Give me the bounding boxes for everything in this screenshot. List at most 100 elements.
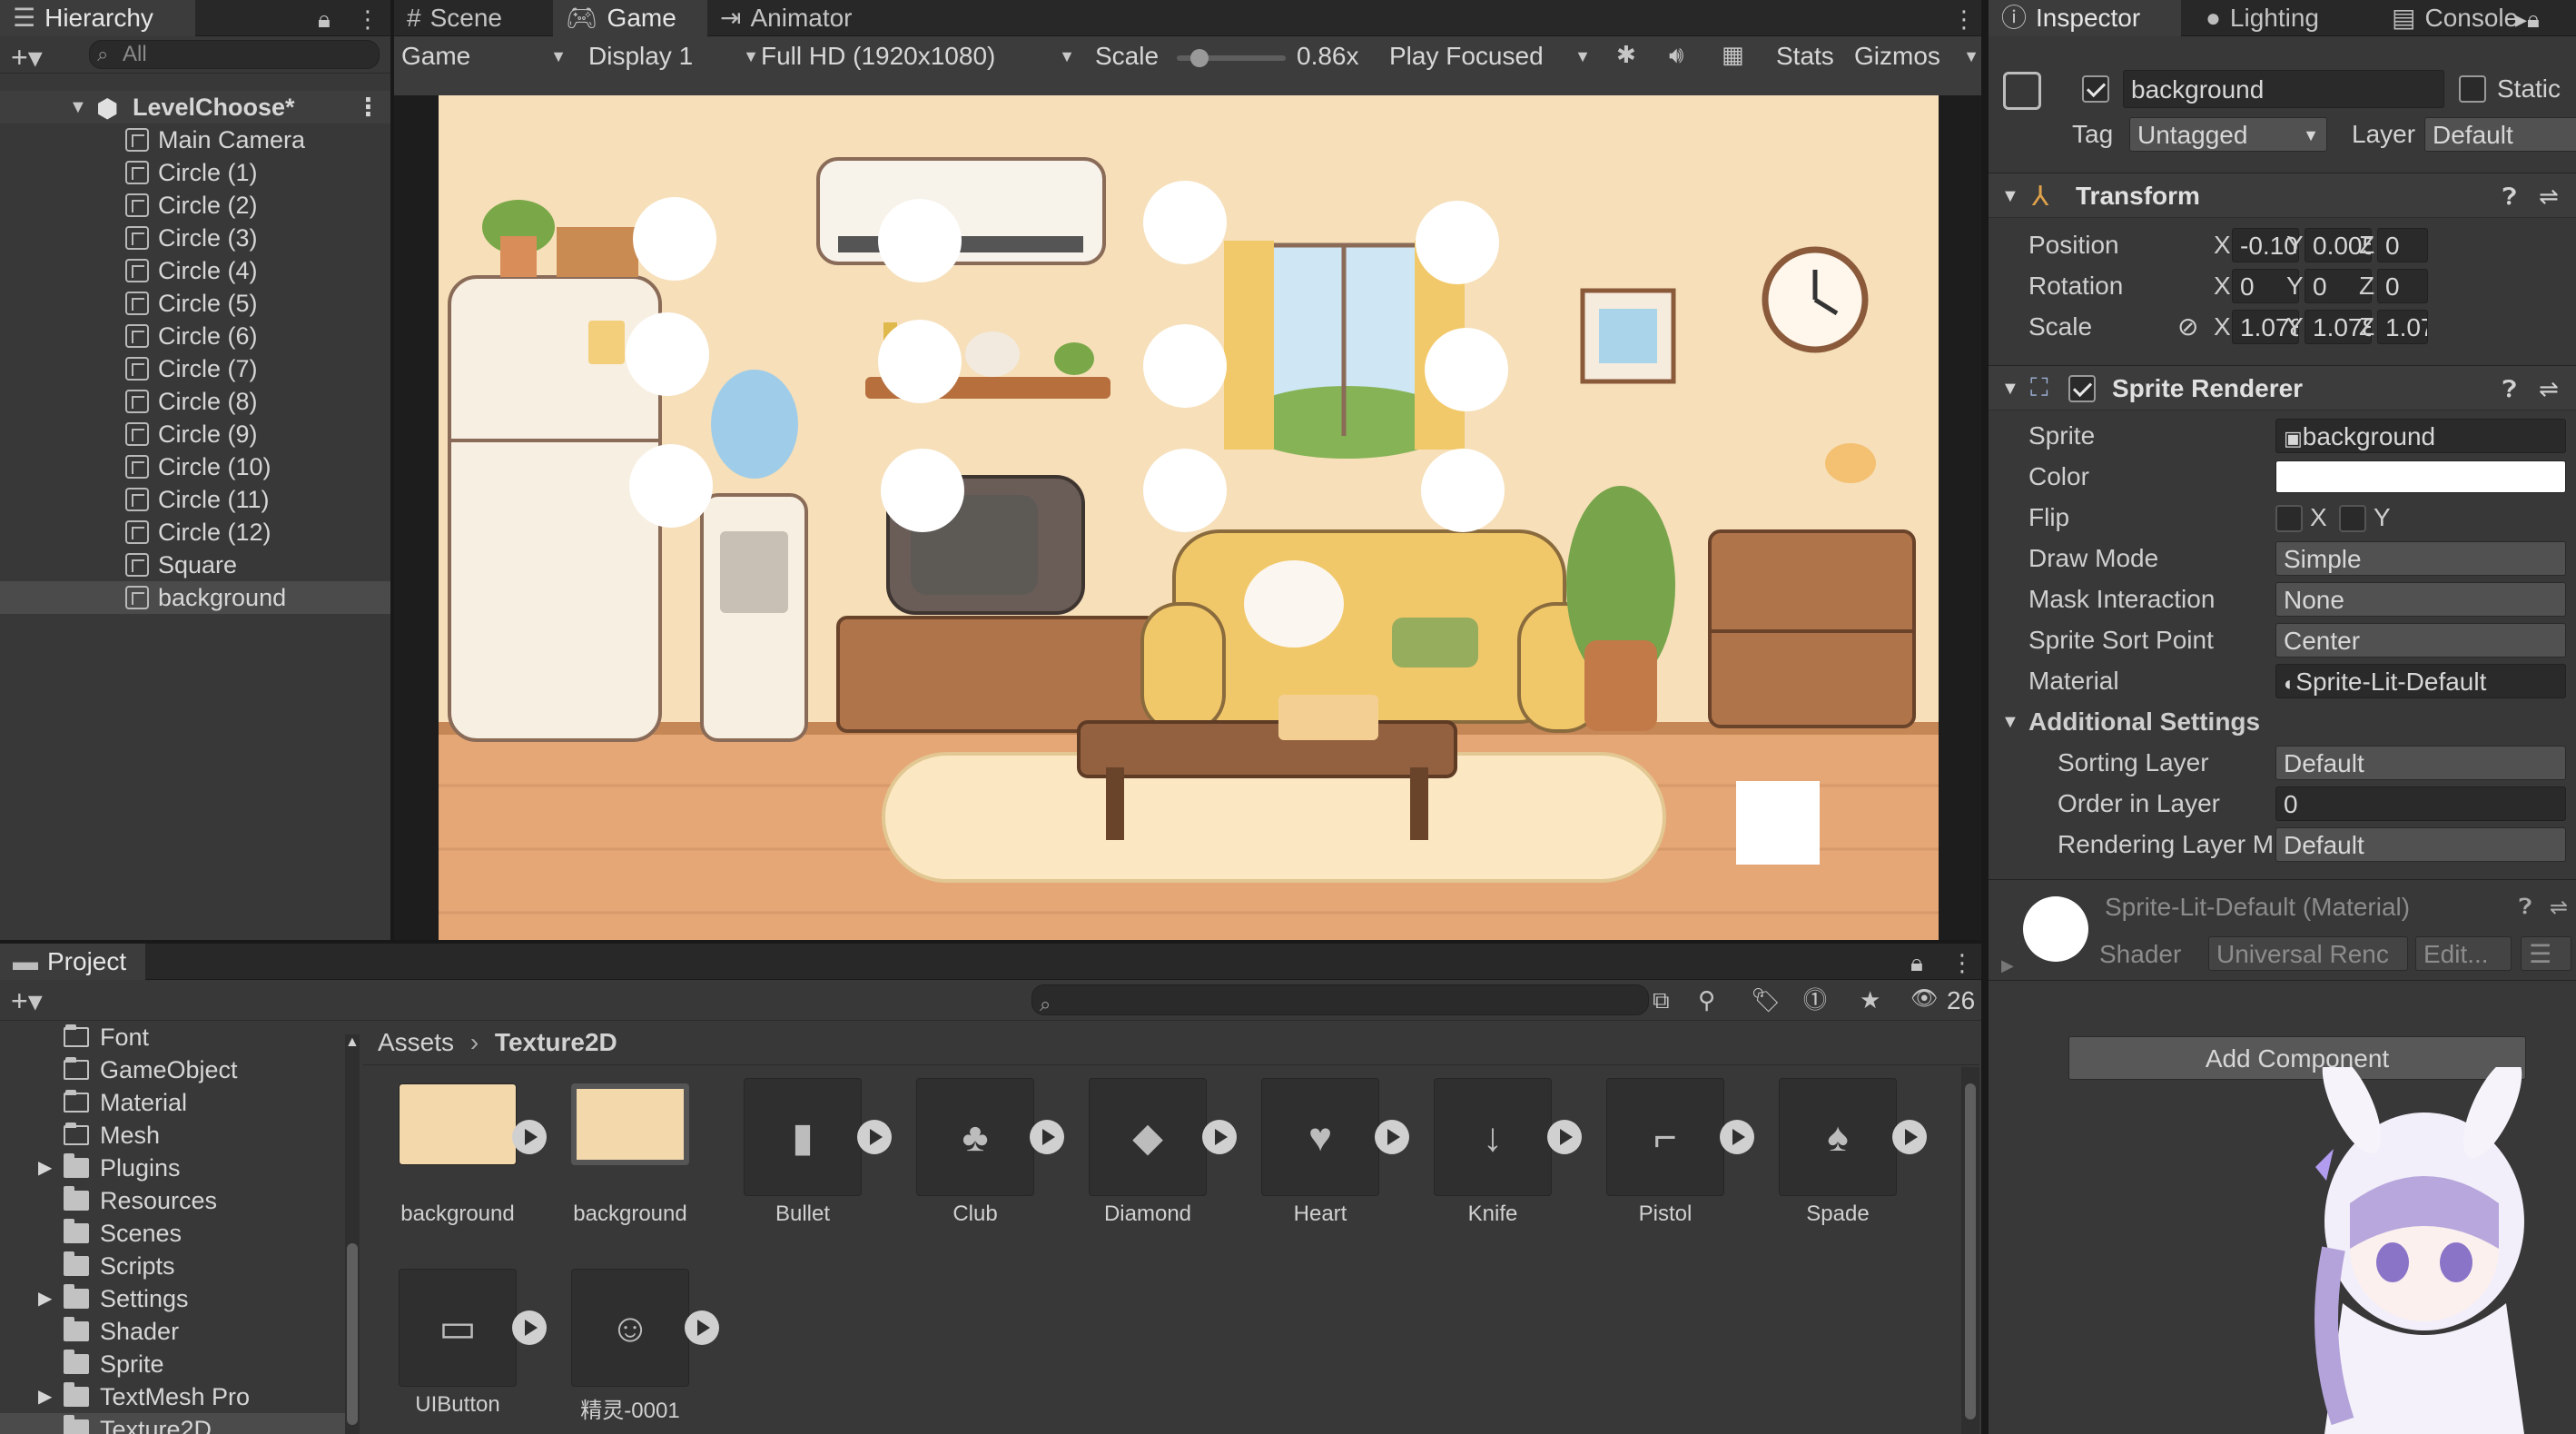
folder-item[interactable]: Shader (0, 1315, 345, 1348)
folder-item[interactable]: Sprite (0, 1348, 345, 1380)
asset-tile[interactable]: ♣ Club (893, 1067, 1064, 1267)
breadcrumb-assets[interactable]: Assets (378, 1028, 454, 1056)
play-icon[interactable] (1030, 1120, 1064, 1154)
order-input[interactable]: 0 (2275, 786, 2566, 821)
hierarchy-item[interactable]: Circle (11) (0, 483, 390, 516)
folder-item[interactable]: Material (0, 1086, 345, 1119)
plus-icon[interactable]: +▾ (11, 43, 43, 72)
rendering-layer-dropdown[interactable]: Default (2275, 827, 2566, 862)
hierarchy-item[interactable]: Circle (10) (0, 450, 390, 483)
display-dropdown[interactable]: Display 1 ▼ (588, 39, 766, 74)
material-field[interactable]: ◐Sprite-Lit-Default (2275, 664, 2566, 698)
project-search-input[interactable]: ⌕ (1031, 984, 1649, 1015)
play-icon[interactable] (512, 1120, 547, 1154)
hierarchy-item[interactable]: Circle (7) (0, 352, 390, 385)
preset-icon[interactable]: ⇌ (2550, 895, 2568, 921)
asset-tile[interactable]: ▭ UIButton (376, 1258, 547, 1434)
folder-item[interactable]: ▶ TextMesh Pro (0, 1380, 345, 1413)
sort-point-dropdown[interactable]: Center (2275, 623, 2566, 658)
hierarchy-scene-row[interactable]: ▼ ⬢ LevelChoose* ⋮ (0, 91, 390, 124)
play-mode-dropdown[interactable]: Play Focused ▼ (1389, 39, 1598, 74)
folder-item[interactable]: Scenes (0, 1217, 345, 1250)
sorting-layer-dropdown[interactable]: Default (2275, 746, 2566, 780)
filter-type-icon[interactable]: ⚲ (1698, 988, 1715, 1012)
play-icon[interactable] (857, 1120, 892, 1154)
hierarchy-item[interactable]: Circle (9) (0, 418, 390, 450)
chevron-right-icon[interactable]: ▶ (38, 1282, 52, 1315)
search-by-type-icon[interactable]: ⧉ (1653, 988, 1670, 1012)
scale-slider-handle[interactable] (1190, 49, 1209, 67)
play-icon[interactable] (1720, 1120, 1754, 1154)
layer-dropdown[interactable]: Default (2424, 117, 2576, 152)
stats-button[interactable]: Stats (1776, 39, 1841, 74)
gizmos-button[interactable]: Gizmos ▼ (1854, 39, 1979, 74)
hierarchy-item[interactable]: Circle (4) (0, 254, 390, 287)
help-icon[interactable]: ❓︎ (2502, 375, 2517, 404)
shader-edit-button[interactable]: Edit... (2415, 936, 2512, 971)
hierarchy-item[interactable]: background (0, 581, 390, 614)
static-checkbox[interactable] (2459, 75, 2486, 103)
scene-more-icon[interactable]: ⋮ (356, 91, 380, 124)
mask-dropdown[interactable]: None (2275, 582, 2566, 617)
breadcrumb-current[interactable]: Texture2D (495, 1028, 617, 1056)
folder-tree-scrollbar[interactable]: ▲ (345, 1034, 360, 1434)
help-icon[interactable]: ❓︎ (2502, 183, 2517, 212)
object-name-input[interactable]: background (2123, 70, 2444, 108)
tab-animator[interactable]: ⇥ Animator (707, 0, 889, 36)
asset-tile[interactable]: background (376, 1067, 547, 1267)
play-icon[interactable] (1547, 1120, 1582, 1154)
chevron-right-icon[interactable]: ▶ (38, 1152, 52, 1184)
play-icon[interactable] (1892, 1120, 1927, 1154)
asset-tile[interactable]: ☺ 精灵-0001 (548, 1258, 719, 1434)
folder-tree-scroll-up-icon[interactable]: ▲ (345, 1034, 360, 1051)
play-icon[interactable] (1202, 1120, 1237, 1154)
hierarchy-item[interactable]: Main Camera (0, 124, 390, 156)
transform-scale-z-input[interactable]: 1.078 (2377, 310, 2428, 344)
asset-tile[interactable]: ⌐ Pistol (1584, 1067, 1754, 1267)
grid-icon[interactable]: ▦ (1722, 43, 1744, 66)
sprite-field[interactable]: ▣background (2275, 419, 2566, 453)
transform-position-z-input[interactable]: 0 (2377, 228, 2428, 262)
chevron-down-icon[interactable]: ▼ (69, 91, 87, 124)
tab-project[interactable]: ▬ Project (0, 944, 145, 980)
tab-game[interactable]: 🎮︎ Game (553, 0, 707, 36)
folder-item[interactable]: Resources (0, 1184, 345, 1217)
asset-grid-scrollbar[interactable] (1961, 1067, 1979, 1434)
folder-item[interactable]: Texture2D (0, 1413, 345, 1434)
transform-rotation-z-input[interactable]: 0 (2377, 269, 2428, 303)
folder-item[interactable]: ▶ Settings (0, 1282, 345, 1315)
chevron-right-icon[interactable]: ▶ (2001, 956, 2014, 975)
play-icon[interactable] (685, 1310, 719, 1345)
transform-header[interactable]: ▼ ⅄ Transform ❓︎ ⇌ (1989, 173, 2576, 218)
hierarchy-item[interactable]: Circle (12) (0, 516, 390, 549)
asset-tile[interactable]: ♠ Spade (1756, 1067, 1927, 1267)
asset-tile[interactable]: ◆ Diamond (1066, 1067, 1237, 1267)
preset-icon[interactable]: ⇌ (2539, 375, 2559, 403)
folder-item[interactable]: ▶ Plugins (0, 1152, 345, 1184)
bug-icon[interactable]: ✱ (1616, 43, 1636, 66)
tag-icon[interactable]: 🏷︎ (1751, 988, 1781, 1012)
audio-icon[interactable]: 🔊︎ (1669, 43, 1683, 66)
eye-icon[interactable]: 👁︎ (1910, 988, 1938, 1010)
hierarchy-item[interactable]: Circle (2) (0, 189, 390, 222)
hierarchy-item[interactable]: Circle (6) (0, 320, 390, 352)
tab-scene[interactable]: # Scene (394, 0, 553, 36)
draw-mode-dropdown[interactable]: Simple (2275, 541, 2566, 576)
play-icon[interactable] (512, 1310, 547, 1345)
more-icon[interactable]: ⋮ (356, 7, 380, 31)
chevron-right-icon[interactable]: ▶ (38, 1380, 52, 1413)
more-icon[interactable]: ⋮ (1950, 951, 1974, 974)
asset-tile[interactable]: ↓ Knife (1411, 1067, 1582, 1267)
preset-icon[interactable]: ⇌ (2539, 183, 2559, 211)
view-more-icon[interactable]: ⋮ (1952, 7, 1976, 31)
warning-icon[interactable]: ⓵ (1803, 988, 1827, 1012)
asset-tile[interactable]: ▮ Bullet (721, 1067, 892, 1267)
folder-item[interactable]: Mesh (0, 1119, 345, 1152)
tab-inspector[interactable]: ⓘ Inspector (1989, 0, 2181, 36)
sprite-renderer-enabled-checkbox[interactable] (2068, 375, 2096, 402)
hierarchy-search-input[interactable]: ⌕ All (89, 40, 380, 69)
game-viewport[interactable] (394, 95, 1981, 940)
hierarchy-item[interactable]: Circle (8) (0, 385, 390, 418)
sprite-renderer-header[interactable]: ▼ ⛶ Sprite Renderer ❓︎ ⇌ (1989, 365, 2576, 410)
folder-item[interactable]: Font (0, 1021, 345, 1053)
